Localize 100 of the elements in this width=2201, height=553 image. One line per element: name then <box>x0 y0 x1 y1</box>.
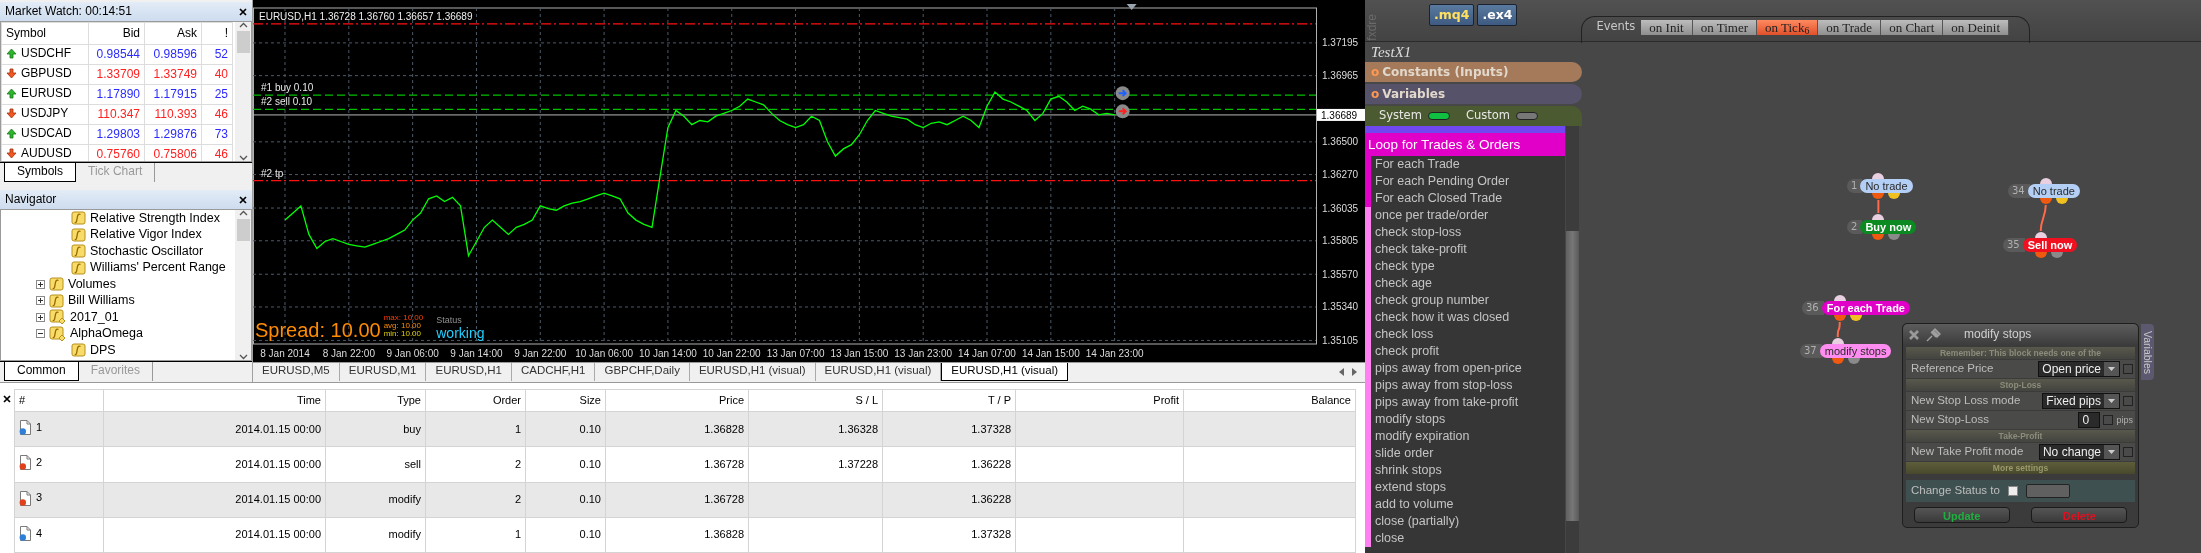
chevron-down-icon[interactable] <box>238 354 248 360</box>
column-header[interactable]: # <box>14 389 104 412</box>
output-pin[interactable] <box>1888 234 1901 240</box>
column-header[interactable]: Balance <box>1183 389 1356 412</box>
column-header[interactable]: ! <box>201 22 233 45</box>
dropdown[interactable]: Fixed pips <box>2042 393 2120 409</box>
flow-block[interactable]: For each Trade <box>1821 301 1910 315</box>
tree-item-label[interactable]: DPS <box>90 342 116 358</box>
checkbox[interactable] <box>2007 486 2018 496</box>
flow-block[interactable]: Buy now <box>1860 220 1917 234</box>
tab[interactable]: on Tick$_{6}$ <box>1757 20 1819 35</box>
output-pin[interactable] <box>1833 315 1846 321</box>
checkbox[interactable] <box>2123 396 2133 406</box>
side-tab[interactable]: Variables <box>2141 324 2154 380</box>
input-field[interactable] <box>2025 484 2070 498</box>
tree-item-label[interactable]: Volumes <box>68 276 116 292</box>
output-pin[interactable] <box>1849 315 1862 321</box>
chevron-up-icon[interactable] <box>238 210 248 216</box>
column-header[interactable]: S / L <box>748 389 883 412</box>
output-pin[interactable] <box>1872 193 1885 199</box>
tab[interactable]: EURUSD,H1 (visual) <box>689 363 816 381</box>
column-header[interactable]: T / P <box>882 389 1016 412</box>
tab[interactable]: CADCHF,H1 <box>511 363 596 381</box>
input-pin[interactable] <box>1872 214 1885 220</box>
checkbox[interactable] <box>2103 415 2114 425</box>
collapse-icon[interactable] <box>36 329 45 339</box>
toggle-switch[interactable] <box>1515 112 1538 120</box>
section-header[interactable]: o Variables <box>1365 84 1582 104</box>
tab[interactable]: EURUSD,M5 <box>253 363 340 381</box>
toggle-switch[interactable] <box>1427 112 1450 120</box>
output-pin[interactable] <box>1831 358 1844 364</box>
tab[interactable]: on Timer <box>1692 20 1757 35</box>
tab[interactable]: on Deinit <box>1943 20 2010 35</box>
scroll-right-icon[interactable] <box>1352 368 1357 376</box>
chevron-down-icon[interactable] <box>238 155 248 161</box>
dropdown[interactable]: No change <box>2038 444 2120 460</box>
column-header[interactable]: Time <box>103 389 326 412</box>
checkbox[interactable] <box>2123 364 2133 374</box>
output-pin[interactable] <box>2050 252 2063 258</box>
output-pin[interactable] <box>1872 234 1885 240</box>
tree-item-label[interactable]: Relative Strength Index <box>90 210 220 226</box>
tab[interactable]: EURUSD,H1 (visual) <box>941 363 1069 381</box>
input-pin[interactable] <box>1872 173 1885 179</box>
flow-block[interactable]: No trade <box>2027 184 2080 198</box>
input-pin[interactable] <box>2034 232 2047 238</box>
chevron-up-icon[interactable] <box>238 22 248 28</box>
tab[interactable]: Common <box>4 362 79 381</box>
expand-icon[interactable] <box>36 312 45 322</box>
input-pin[interactable] <box>2039 178 2052 184</box>
tab[interactable]: Symbols <box>4 163 76 182</box>
close-icon[interactable] <box>239 7 247 16</box>
column-header[interactable]: Symbol <box>1 22 89 45</box>
output-pin[interactable] <box>2039 198 2052 204</box>
column-header[interactable]: Price <box>605 389 749 412</box>
tab[interactable]: on Chart <box>1881 20 1944 35</box>
file-button[interactable]: .mq4 <box>1429 4 1475 26</box>
output-pin[interactable] <box>2034 252 2047 258</box>
input-pin[interactable] <box>1831 338 1844 344</box>
column-header[interactable]: Ask <box>144 22 202 45</box>
tree-item-label[interactable]: Bill Williams <box>68 293 135 309</box>
number-field[interactable]: 0 <box>2078 412 2101 428</box>
column-header[interactable]: Type <box>325 389 426 412</box>
column-header[interactable]: Order <box>425 389 526 412</box>
scroll-thumb[interactable] <box>1566 231 1579 521</box>
tab[interactable]: on Init <box>1641 20 1693 35</box>
flow-block[interactable]: Sell now <box>2022 238 2078 252</box>
column-header[interactable]: Size <box>525 389 606 412</box>
column-header[interactable]: Bid <box>88 22 145 45</box>
expand-icon[interactable] <box>36 279 45 289</box>
close-icon[interactable] <box>239 195 247 204</box>
output-pin[interactable] <box>1847 358 1860 364</box>
table-cell: 0.10 <box>525 446 606 482</box>
tree-item-label[interactable]: Williams' Percent Range <box>90 260 226 276</box>
tab[interactable]: GBPCHF,Daily <box>595 363 690 381</box>
close-icon[interactable] <box>3 395 11 404</box>
category-header[interactable]: Loop for Trades & Orders <box>1365 133 1565 156</box>
tab[interactable]: EURUSD,H1 <box>426 363 512 381</box>
scroll-thumb[interactable] <box>236 219 250 241</box>
expand-icon[interactable] <box>36 296 45 306</box>
scrollbar[interactable] <box>1566 126 1579 553</box>
scrollbar[interactable] <box>235 22 251 161</box>
flow-block[interactable]: No trade <box>1860 179 1913 193</box>
file-button[interactable]: .ex4 <box>1477 4 1518 26</box>
scroll-thumb[interactable] <box>236 31 250 53</box>
column-header[interactable]: Profit <box>1015 389 1184 412</box>
axis-label: 10 Jan 14:00 <box>639 348 697 359</box>
tree-item-label[interactable]: 2017_01 <box>70 309 119 325</box>
scroll-left-icon[interactable] <box>1339 368 1344 376</box>
tree-item-label[interactable]: Relative Vigor Index <box>90 227 202 243</box>
scrollbar[interactable] <box>235 210 251 360</box>
tab[interactable]: on Trade <box>1818 20 1882 35</box>
dropdown[interactable]: Open price <box>2038 361 2120 377</box>
tree-item-label[interactable]: AlphaOmega <box>70 326 143 342</box>
input-pin[interactable] <box>1833 295 1846 301</box>
output-pin[interactable] <box>1888 193 1901 199</box>
tree-item-label[interactable]: Stochastic Oscillator <box>90 243 204 259</box>
tab[interactable]: EURUSD,M1 <box>339 363 427 381</box>
output-pin[interactable] <box>2055 198 2068 204</box>
flow-block[interactable]: modify stops <box>1819 344 1892 358</box>
checkbox[interactable] <box>2123 447 2133 457</box>
